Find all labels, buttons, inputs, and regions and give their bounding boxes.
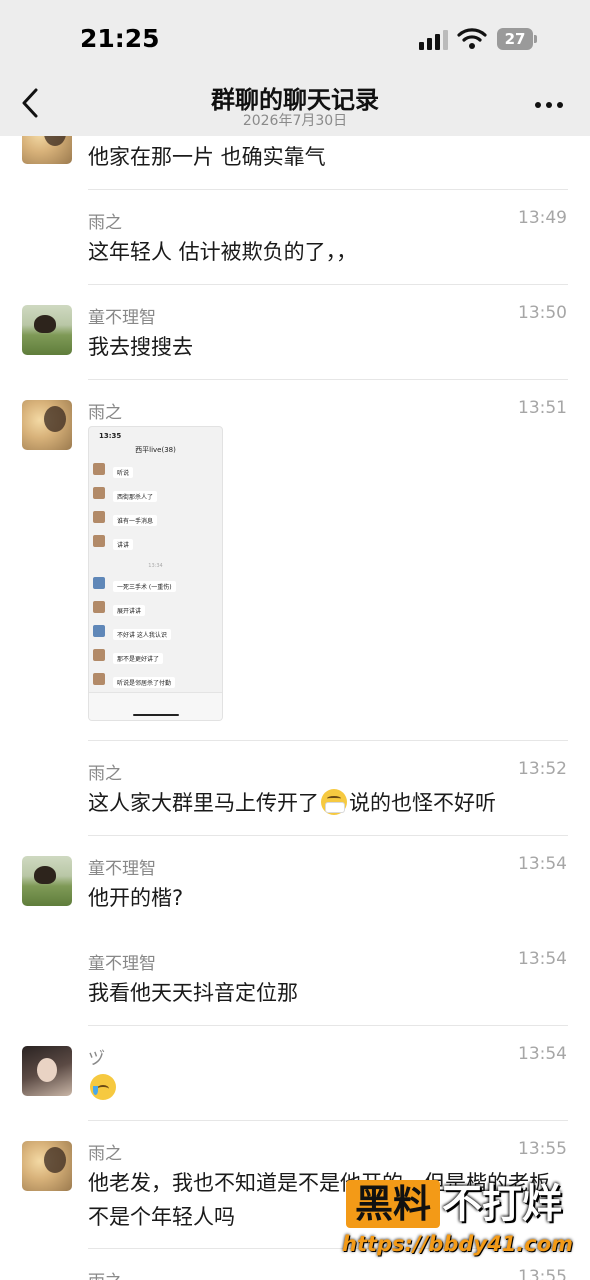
message-text: 他开的楷? bbox=[88, 886, 184, 910]
avatar[interactable] bbox=[22, 1046, 72, 1096]
message-time: 13:51 bbox=[518, 398, 567, 418]
nav-bar: 群聊的聊天记录 2026年7月30日 bbox=[0, 72, 590, 136]
watermark-tagline: 不打烊 bbox=[442, 1181, 562, 1227]
crying-face-emoji-icon bbox=[90, 1074, 116, 1100]
avatar[interactable] bbox=[22, 1141, 72, 1191]
message-text: 我去搜搜去 bbox=[88, 335, 193, 359]
sender-name: 雨之 bbox=[88, 1144, 122, 1164]
message-time: 13:49 bbox=[518, 208, 567, 228]
message-time: 13:50 bbox=[518, 303, 567, 323]
screenshot-bubble: 不好讲 这人我认识 bbox=[113, 629, 171, 640]
message-text: 我看他天天抖音定位那 bbox=[88, 981, 298, 1005]
avatar[interactable] bbox=[22, 305, 72, 355]
message-text: 这年轻人 估计被欺负的了，， bbox=[88, 240, 358, 264]
avatar[interactable] bbox=[22, 400, 72, 450]
sender-name: 童不理智 bbox=[88, 308, 156, 328]
battery-level: 27 bbox=[497, 28, 533, 50]
screenshot-bubble: 西街那杀人了 bbox=[113, 491, 158, 502]
sender-name: 雨之 bbox=[88, 1267, 122, 1280]
wifi-icon bbox=[457, 28, 487, 49]
sender-name: 童不理智 bbox=[88, 954, 156, 974]
message-text: 这人家大群里马上传开了 说的也怪不好听 bbox=[88, 789, 496, 815]
avatar[interactable] bbox=[22, 136, 72, 164]
message-text: 他家在那一片 也确实靠气 bbox=[88, 145, 326, 169]
sender-name: 童不理智 bbox=[88, 859, 156, 879]
message-time: 13:52 bbox=[518, 759, 567, 779]
image-attachment[interactable]: 13:35 西平live(38) 听说 西街那杀人了 谁有一手消息 讲讲 13:… bbox=[88, 426, 223, 721]
screenshot-bubble: 谁有一手消息 bbox=[113, 515, 158, 526]
screenshot-bubble: 听说 bbox=[113, 467, 134, 478]
screenshot-time: 13:35 bbox=[99, 432, 122, 440]
sender-name: 雨之 bbox=[88, 764, 122, 784]
watermark-url: https://bbdy41.com bbox=[342, 1232, 574, 1256]
battery-icon: 27 bbox=[497, 28, 537, 50]
screenshot-mid-time: 13:34 bbox=[148, 563, 163, 569]
sender-name: ヅ bbox=[88, 1049, 105, 1069]
screenshot-bubble: 那不是更好讲了 bbox=[113, 653, 164, 664]
message-time: 13:54 bbox=[518, 854, 567, 874]
sender-name: 雨之 bbox=[88, 213, 122, 233]
page-subtitle: 2026年7月30日 bbox=[242, 113, 348, 129]
screenshot-bubble: 讲讲 bbox=[113, 539, 134, 550]
watermark-brand: 黑料 bbox=[346, 1180, 440, 1228]
more-options-icon[interactable] bbox=[535, 102, 565, 108]
screenshot-bubble: 听说是邻居杀了付勤 bbox=[113, 677, 176, 688]
watermark: 黑料 不打烊 https://bbdy41.com bbox=[338, 1170, 590, 1280]
message-time: 13:54 bbox=[518, 949, 567, 969]
cellular-signal-icon bbox=[419, 30, 448, 50]
message-text bbox=[88, 1071, 568, 1105]
screenshot-header: 西平live(38) bbox=[135, 446, 176, 454]
screenshot-bubble: 一死三手术 (一重伤) bbox=[113, 581, 176, 592]
screenshot-bubble: 展开讲讲 bbox=[113, 605, 146, 616]
status-bar: 21:25 27 bbox=[0, 0, 590, 72]
message-list[interactable]: 他家在那一片 也确实靠气 雨之 13:49 这年轻人 估计被欺负的了，， 童不理… bbox=[0, 136, 590, 1280]
message-time: 13:54 bbox=[518, 1044, 567, 1064]
sender-name: 雨之 bbox=[88, 403, 122, 423]
face-with-mask-emoji-icon bbox=[321, 789, 347, 815]
message-time: 13:55 bbox=[518, 1139, 567, 1159]
avatar[interactable] bbox=[22, 856, 72, 906]
clock: 21:25 bbox=[80, 24, 160, 53]
